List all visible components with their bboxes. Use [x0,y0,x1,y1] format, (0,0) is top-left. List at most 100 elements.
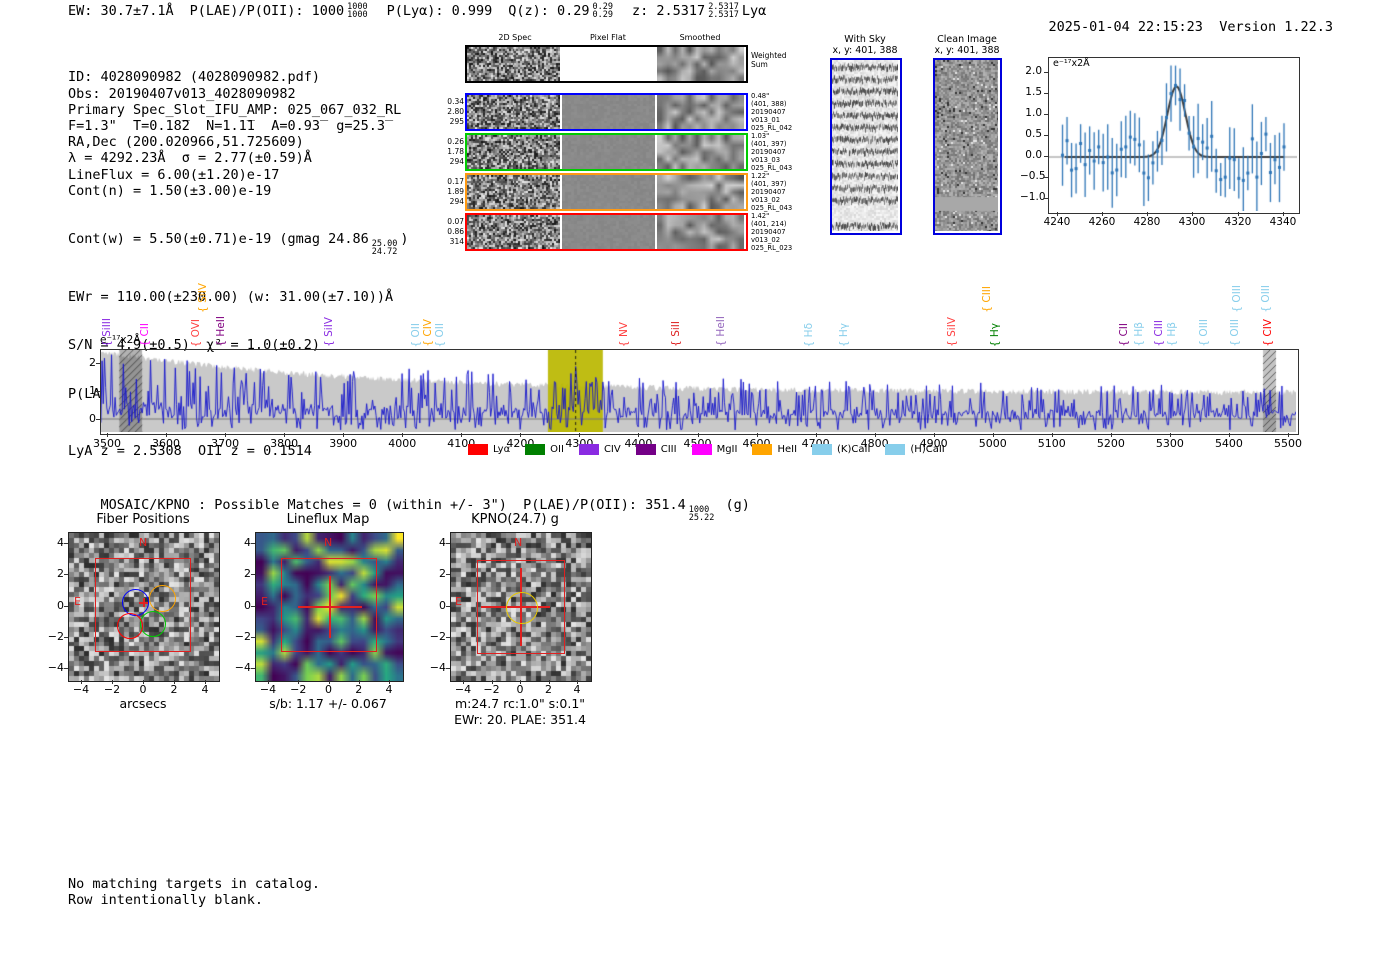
line-label: OIII [1260,285,1272,313]
ms-xtick-mark [756,433,758,437]
info-line: Cont(n) = 1.50(±3.00)e-19 [68,182,272,199]
spec2d-left-label: 0.26 [447,137,464,146]
spec2d-row: 0.07 0.86 314 1.42" (401, 214) 20190407 v013_0… [447,212,792,251]
panel-xtick-label: 4 [385,683,393,696]
spec2d-row-right-labels: 1.22" (401, 397) 20190407 v013_02 025_RL_043 [751,172,809,213]
panel-xtick-mark [268,680,269,684]
fiber-circle-red [117,613,143,639]
spec2d-smooth-image [657,175,744,209]
ms-xtick-label: 3500 [93,437,121,450]
panel-ytick-mark [251,668,255,669]
line-label: HeII [215,316,227,347]
clean-image-panel [933,58,1002,235]
spec2d-smooth-image [657,95,744,129]
info-line: ID: 4028090982 (4028090982.pdf) [68,69,320,86]
ms-ytick-mark [96,419,100,420]
legend-item: MgII [691,444,738,455]
panel-ytick-label: 0 [244,599,251,612]
spec2d-row-right-labels: 1.03" (401, 397) 20190407 v013_03 025_RL_043 [751,132,809,173]
panel-xtick-mark [298,680,300,684]
kpno-title: KPNO(24.7) g [471,512,559,527]
lineflux-map-panel: N E [255,532,404,682]
east-label: E [261,595,268,608]
spec2d-row-left-labels: 0.26 1.78 294 [440,137,464,167]
fit-ytick-mark [1044,114,1048,115]
spec2d-flat-image [562,175,655,209]
legend-label: (K)CaII [837,444,871,455]
info-line: Obs: 20190407v013_4028090982 [68,85,296,102]
spec2d-row-left-labels: 0.07 0.86 314 [440,217,464,247]
fit-ylabel: e⁻¹⁷x2Å [1051,58,1092,69]
ms-xtick-mark [697,433,699,437]
panel-ytick-mark [251,543,255,544]
line-label: OII [434,323,446,348]
panel-ytick-label: −4 [429,661,446,674]
panel-ytick-label: 4 [439,536,446,549]
panel-xtick-label: 4 [573,683,581,696]
ms-xtick-mark [402,433,404,437]
line-label: CII [139,323,151,347]
panel-ytick-mark [446,668,450,669]
fit-xtick-label: 4280 [1133,216,1161,228]
panel-ytick-label: −2 [47,630,64,643]
fit-ytick-mark [1044,135,1048,136]
panel-xtick-mark [112,680,113,684]
spec2d-right-label: 025_RL_023 [751,243,793,252]
mosaic-summary-line: MOSAIC/KPNO : Possible Matches = 0 (with… [100,497,750,523]
line-fit-canvas [1049,58,1297,211]
ms-ytick-mark [96,363,100,364]
ms-ytick-label: 2 [89,356,96,369]
panel-xtick-mark [389,680,390,684]
fit-xtick-label: 4320 [1224,216,1252,228]
info-lines: ID: 4028090982 (4028090982.pdf) Obs: 2019… [68,69,408,199]
ms-xtick-label: 3700 [211,437,240,450]
legend-item: CIII [635,444,677,455]
spec2d-smooth-image [657,215,744,249]
spec2d-left-label: 294 [449,157,464,166]
east-label: E [455,595,462,608]
legend-label: OII [550,444,564,455]
fit-xtick-label: 4240 [1043,216,1071,228]
fit-xtick-mark [1192,212,1193,216]
fit-ytick-mark [1044,198,1048,199]
info-ewr-line: EWr = 110.00(±230.00) (w: 31.00(±7.10))Å [68,288,394,305]
panel-ytick-label: 0 [57,599,64,612]
fiber-circle-orange [149,585,176,612]
ms-xtick-mark [1228,433,1230,437]
spec2d-left-label: 1.89 [447,187,464,196]
spec2d-left-label: 0.07 [447,217,464,226]
col-header-smoothed: Smoothed [679,33,721,42]
ms-xtick-mark [107,433,108,437]
spec2d-smooth-image [657,135,744,169]
spec2d-noise-image [467,95,560,129]
header-summary: EW: 30.7±7.1Å P(LAE)/P(OII): 1000 1000 1… [68,3,766,20]
fit-xtick-mark [1238,212,1239,216]
legend-item: (H)CaII [885,444,945,455]
fit-ytick-label: −0.5 [1020,170,1046,182]
fit-ytick-label: 0.0 [1025,149,1042,161]
ms-xtick-mark [1110,433,1112,437]
line-label: CII [1118,323,1130,347]
spec2d-left-label: 0.34 [447,97,464,106]
line-label: CIII [1153,320,1165,347]
panel-ytick-mark [446,606,450,607]
ms-ytick-mark [96,391,100,392]
panel-ytick-mark [64,574,68,575]
ms-xtick-label: 3800 [270,437,299,450]
panel-xtick-mark [463,680,464,684]
kpno-caption2: EWr: 20. PLAE: 351.4 [454,712,586,727]
line-label: SiIV [946,317,958,347]
panel-ytick-label: −4 [47,661,64,674]
legend-label: CIII [660,444,677,455]
legend-label: MgII [716,444,738,455]
info-contw-line: Cont(w) = 5.50(±0.71)e-19 (gmag 24.86 25.… [68,231,409,258]
ms-xtick-mark [638,433,640,437]
legend-swatch [691,444,712,455]
ms-xtick-label: 5300 [1155,437,1184,450]
panel-ytick-mark [64,606,68,607]
line-label: NV [618,322,630,347]
ms-xtick-label: 4000 [388,437,417,450]
panel-xtick-mark [577,680,578,684]
legend-item: HeII [752,444,797,455]
spec2d-row-left-labels: 0.17 1.89 294 [440,177,464,207]
